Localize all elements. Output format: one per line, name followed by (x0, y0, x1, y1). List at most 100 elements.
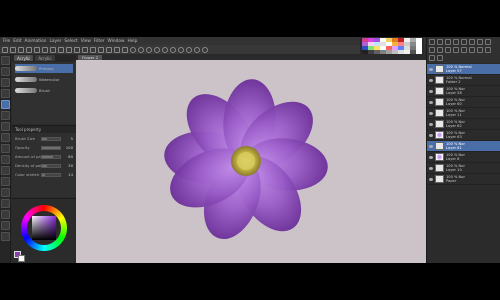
layer-tool-icon[interactable] (477, 47, 483, 53)
layer-tool-icon[interactable] (485, 39, 491, 45)
tool-icon[interactable] (1, 56, 10, 65)
tool-icon[interactable] (1, 177, 10, 186)
command-icon[interactable] (34, 46, 40, 53)
property-slider[interactable] (41, 145, 61, 150)
tool-icon[interactable] (1, 144, 10, 153)
layer-tool-icon[interactable] (477, 39, 483, 45)
tool-icon[interactable] (1, 199, 10, 208)
hue-ring[interactable] (21, 205, 67, 251)
layer-tool-icon[interactable] (485, 47, 491, 53)
tool-icon[interactable] (1, 210, 10, 219)
eye-icon[interactable] (429, 89, 433, 93)
eye-icon[interactable] (429, 166, 433, 170)
command-icon[interactable] (130, 46, 136, 53)
tool-icon[interactable] (1, 221, 10, 230)
command-icon[interactable] (98, 46, 104, 53)
menu-layer[interactable]: Layer (49, 39, 61, 44)
menu-select[interactable]: Select (64, 39, 77, 44)
tool-property-row[interactable]: Color stretch 14 (15, 171, 73, 178)
layer-row[interactable]: 100 % Nor Layer 11 (427, 108, 500, 119)
eye-icon[interactable] (429, 122, 433, 126)
menu-help[interactable]: Help (128, 39, 138, 44)
tool-icon[interactable] (1, 155, 10, 164)
tool-property-row[interactable]: Opacity 100 (15, 144, 73, 151)
tool-property-row[interactable]: Amount of paint 60 (15, 153, 73, 160)
layer-tool-icon[interactable] (429, 47, 435, 53)
layer-row[interactable]: 100 % Nor Layer 8 (427, 152, 500, 163)
layer-tool-icon[interactable] (429, 39, 435, 45)
command-icon[interactable] (178, 46, 184, 53)
layer-tool-icon[interactable] (445, 39, 451, 45)
command-icon[interactable] (42, 46, 48, 53)
drawing-canvas[interactable] (76, 60, 426, 263)
layer-tool-icon[interactable] (437, 39, 443, 45)
command-icon[interactable] (90, 46, 96, 53)
command-icon[interactable] (50, 46, 56, 53)
layer-row[interactable]: 100 % Normal Layer 57 (427, 64, 500, 75)
layer-tool-icon[interactable] (437, 47, 443, 53)
command-icon[interactable] (170, 46, 176, 53)
tool-icon[interactable] (1, 89, 10, 98)
property-slider[interactable] (41, 136, 61, 141)
layer-row[interactable]: 100 % Nor Layer 63 (427, 130, 500, 141)
command-icon[interactable] (122, 46, 128, 53)
layer-tool-icon[interactable] (469, 39, 475, 45)
command-icon[interactable] (74, 46, 80, 53)
layer-tool-icon[interactable] (453, 47, 459, 53)
menu-window[interactable]: Window (108, 39, 125, 44)
tool-icon[interactable] (1, 122, 10, 131)
saturation-value-square[interactable] (32, 216, 56, 240)
layer-row[interactable]: 100 % Normal Folder 2 (427, 75, 500, 86)
menu-filter[interactable]: Filter (94, 39, 105, 44)
eye-icon[interactable] (429, 78, 433, 82)
command-icon[interactable] (26, 46, 32, 53)
command-icon[interactable] (202, 46, 208, 53)
layer-tool-icon[interactable] (437, 55, 443, 61)
command-icon[interactable] (138, 46, 144, 53)
layer-row[interactable]: 100 % Nor Layer 10 (427, 163, 500, 174)
command-icon[interactable] (154, 46, 160, 53)
eye-icon[interactable] (429, 67, 433, 71)
tool-icon[interactable] (1, 166, 10, 175)
layer-tool-icon[interactable] (429, 55, 435, 61)
brush-item[interactable]: Primary (15, 64, 73, 73)
command-icon[interactable] (66, 46, 72, 53)
eye-icon[interactable] (429, 155, 433, 159)
tool-icon[interactable] (1, 100, 10, 109)
layer-tool-icon[interactable] (445, 47, 451, 53)
layer-row[interactable]: 100 % Nor Layer 58 (427, 86, 500, 97)
eye-icon[interactable] (429, 177, 433, 181)
tool-icon[interactable] (1, 111, 10, 120)
tool-icon[interactable] (1, 67, 10, 76)
layer-row[interactable]: 100 % Nor Layer 62 (427, 119, 500, 130)
eye-icon[interactable] (429, 100, 433, 104)
layer-tool-icon[interactable] (461, 39, 467, 45)
tab-subtool-1[interactable]: Acrylic (14, 55, 34, 61)
command-icon[interactable] (106, 46, 112, 53)
menu-file[interactable]: File (3, 39, 10, 44)
command-icon[interactable] (58, 46, 64, 53)
command-icon[interactable] (194, 46, 200, 53)
property-slider[interactable] (41, 163, 61, 168)
eye-icon[interactable] (429, 144, 433, 148)
layer-row[interactable]: 100 % Nor Paper (427, 174, 500, 185)
eye-icon[interactable] (429, 133, 433, 137)
layer-row[interactable]: 100 % Nor Layer 61 (427, 141, 500, 152)
command-icon[interactable] (18, 46, 24, 53)
property-slider[interactable] (41, 172, 61, 177)
command-icon[interactable] (162, 46, 168, 53)
brush-item[interactable]: Watercolor (15, 75, 73, 84)
layer-tool-icon[interactable] (461, 47, 467, 53)
layer-tool-icon[interactable] (453, 39, 459, 45)
tool-icon[interactable] (1, 133, 10, 142)
tool-icon[interactable] (1, 78, 10, 87)
command-icon[interactable] (186, 46, 192, 53)
tool-icon[interactable] (1, 188, 10, 197)
menu-edit[interactable]: Edit (13, 39, 21, 44)
menu-view[interactable]: View (81, 39, 91, 44)
property-slider[interactable] (41, 154, 61, 159)
tool-icon[interactable] (1, 232, 10, 241)
layer-row[interactable]: 100 % Nor Layer 60 (427, 97, 500, 108)
menu-animation[interactable]: Animation (25, 39, 47, 44)
command-icon[interactable] (146, 46, 152, 53)
